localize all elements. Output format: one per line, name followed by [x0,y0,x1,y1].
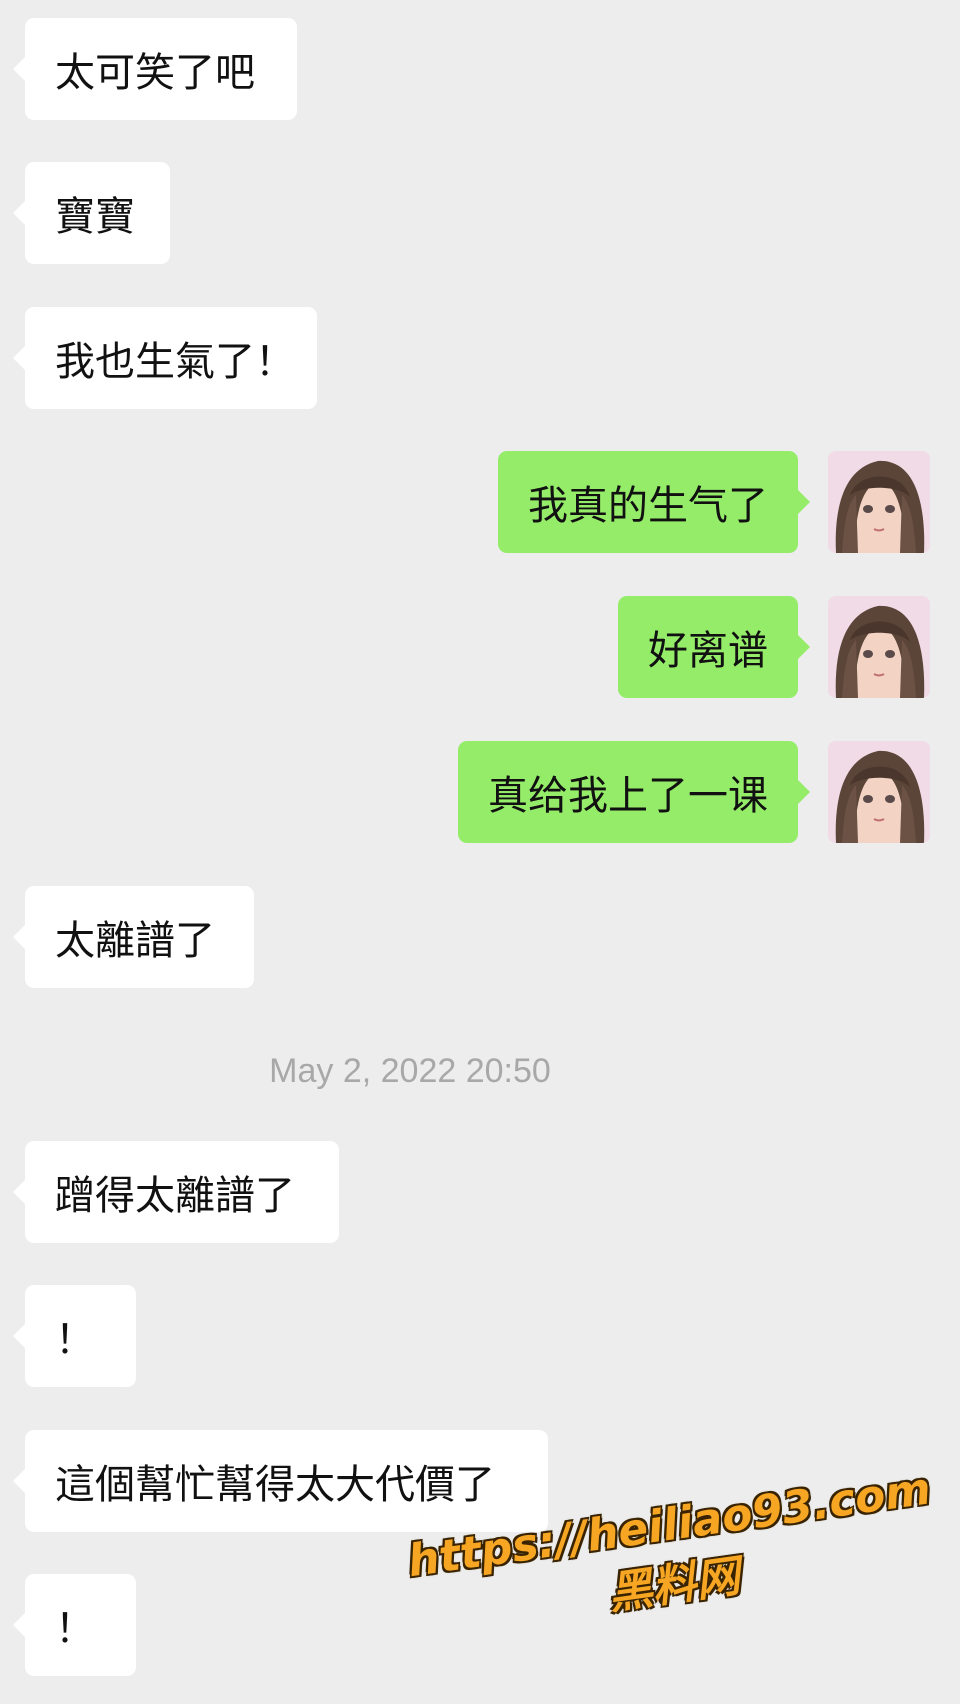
message-row-incoming: ！ [0,1285,960,1387]
message-text: ！ [55,1606,95,1652]
anime-girl-avatar-art [828,741,930,843]
anime-girl-avatar-art [828,596,930,698]
message-bubble-outgoing[interactable]: 好离谱 [618,596,810,698]
message-text: 寶寶 [55,194,135,240]
message-bubble-incoming[interactable]: 這個幫忙幫得太大代價了 [13,1430,548,1532]
anime-girl-avatar[interactable] [828,451,930,553]
message-text: 太可笑了吧 [55,50,255,96]
message-bubble-incoming[interactable]: ！ [13,1574,136,1676]
anime-girl-avatar[interactable] [828,596,930,698]
message-row-outgoing: 真给我上了一课 [0,741,960,843]
message-text: 好离谱 [648,628,768,674]
message-bubble-incoming[interactable]: 蹭得太離譜了 [13,1141,339,1243]
message-text: ！ [55,1317,95,1363]
chat-view: 太可笑了吧 寶寶 我也生氣了！ 我真的生气了 好离谱 真给我上了一课 太離譜了 … [0,0,960,1704]
message-text: 這個幫忙幫得太大代價了 [55,1462,495,1508]
message-row-outgoing: 好离谱 [0,596,960,698]
message-row-outgoing: 我真的生气了 [0,451,960,553]
message-row-incoming: 寶寶 [0,162,960,264]
message-row-incoming: 太可笑了吧 [0,18,960,120]
message-row-incoming: 太離譜了 [0,886,960,988]
message-text: 我真的生气了 [528,483,768,529]
message-bubble-incoming[interactable]: 太離譜了 [13,886,254,988]
message-text: 真给我上了一课 [488,773,768,819]
message-row-incoming: 我也生氣了！ [0,307,960,409]
message-row-incoming: 蹭得太離譜了 [0,1141,960,1243]
anime-girl-avatar[interactable] [828,741,930,843]
message-bubble-outgoing[interactable]: 真给我上了一课 [458,741,810,843]
message-text: 蹭得太離譜了 [55,1173,295,1219]
message-bubble-incoming[interactable]: ！ [13,1285,136,1387]
message-bubble-outgoing[interactable]: 我真的生气了 [498,451,810,553]
message-text: 太離譜了 [55,918,215,964]
message-bubble-incoming[interactable]: 太可笑了吧 [13,18,297,120]
message-bubble-incoming[interactable]: 寶寶 [13,162,170,264]
chat-timestamp: May 2, 2022 20:50 [269,1052,551,1090]
message-text: 我也生氣了！ [55,339,295,385]
message-bubble-incoming[interactable]: 我也生氣了！ [13,307,317,409]
anime-girl-avatar-art [828,451,930,553]
